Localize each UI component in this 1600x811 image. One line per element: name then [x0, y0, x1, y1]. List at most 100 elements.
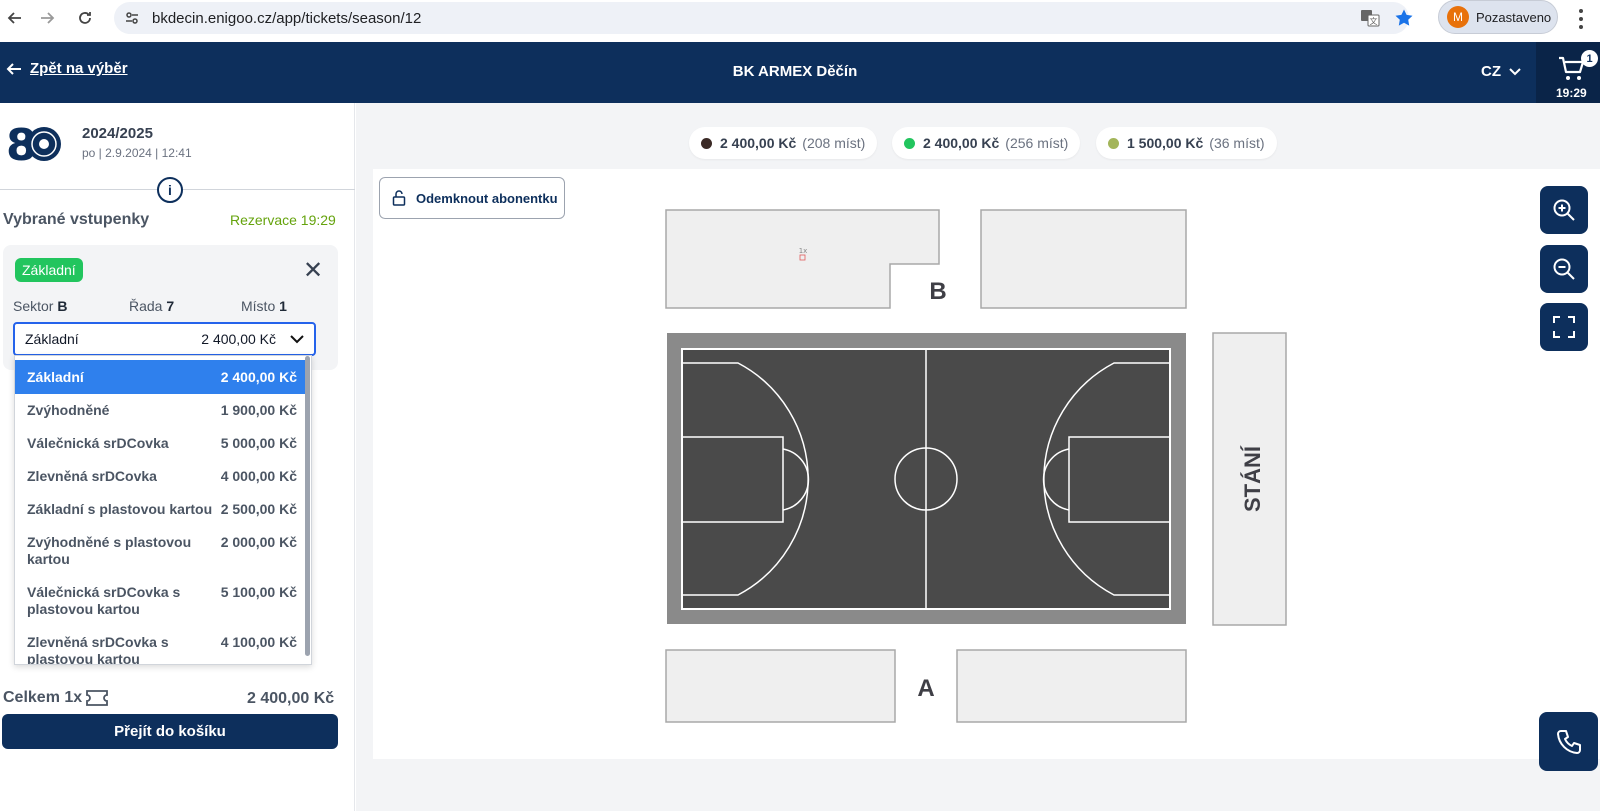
sector-a-left — [665, 649, 896, 723]
language-label: CZ — [1481, 63, 1501, 80]
browser-toolbar: bkdecin.enigoo.cz/app/tickets/season/12 … — [0, 0, 1600, 42]
option-price: 5 000,00 Kč — [220, 435, 297, 451]
call-button[interactable] — [1539, 712, 1598, 771]
stadium-map: Odemknout abonentku 1x B STÁNÍ A — [373, 169, 1600, 771]
go-to-cart-button[interactable]: Přejít do košíku — [2, 714, 338, 749]
dropdown-option[interactable]: Zlevněná srDCovka 4 000,00 Kč — [15, 468, 309, 485]
language-select[interactable]: CZ — [1481, 63, 1521, 80]
sector-a-right — [956, 649, 1187, 723]
close-icon[interactable]: ✕ — [303, 259, 323, 283]
ticket-card: Základní ✕ Sektor B Řada 7 Místo 1 Zákla… — [3, 245, 338, 370]
option-price: 4 000,00 Kč — [220, 468, 297, 484]
dropdown-option[interactable]: Zvýhodněné s plastovou kartou 2 000,00 Kč — [15, 534, 309, 568]
row-value: 7 — [166, 298, 175, 314]
sector-info: Sektor B — [13, 298, 67, 314]
arena-svg: 1x B STÁNÍ A — [665, 209, 1287, 723]
dropdown-scrollbar[interactable] — [305, 356, 310, 656]
address-bar[interactable]: bkdecin.enigoo.cz/app/tickets/season/12 — [114, 2, 1409, 34]
back-arrow-icon[interactable] — [0, 3, 30, 33]
legend-count: (208 míst) — [802, 135, 866, 151]
zoom-in-icon — [1553, 199, 1575, 221]
option-name: Základní s plastovou kartou — [27, 501, 213, 517]
ticket-type-select[interactable]: Základní 2 400,00 Kč — [13, 322, 316, 356]
legend-count: (256 míst) — [1005, 135, 1069, 151]
chevron-down-icon — [290, 334, 304, 343]
ticket-type-dropdown: Základní 2 400,00 Kč Zvýhodněné 1 900,00 K… — [14, 355, 312, 665]
zoom-out-button[interactable] — [1540, 245, 1588, 293]
total-price: 2 400,00 Kč — [247, 690, 335, 707]
ticket-type-badge: Základní — [15, 258, 83, 282]
option-name: Zvýhodněné s plastovou kartou — [27, 534, 192, 567]
total-count: Celkem 1x — [3, 689, 83, 706]
legend-dot — [701, 137, 712, 149]
standing-label: STÁNÍ — [1240, 445, 1265, 512]
translate-icon[interactable]: 文 — [1360, 8, 1380, 28]
zoom-in-button[interactable] — [1540, 186, 1588, 234]
seat-marker-label: 1x — [799, 247, 808, 255]
profile-status: Pozastaveno — [1476, 9, 1552, 25]
info-icon[interactable]: i — [157, 177, 183, 203]
cart-timer: 19:29 — [1556, 86, 1587, 100]
bookmark-star-icon[interactable] — [1394, 8, 1414, 28]
selected-type-name: Základní — [25, 331, 79, 347]
dropdown-option[interactable]: Válečnická srDCovka s plastovou kartou 5 … — [15, 584, 309, 618]
url-text: bkdecin.enigoo.cz/app/tickets/season/12 — [152, 9, 422, 27]
season-name: 2024/2025 — [82, 125, 153, 142]
svg-text:文: 文 — [1370, 16, 1378, 26]
price-legend-item[interactable]: 2 400,00 Kč (256 míst) — [892, 127, 1081, 159]
seat-map-area: 2 400,00 Kč (208 míst) 2 400,00 Kč (256 … — [356, 103, 1600, 811]
season-date: po | 2.9.2024 | 12:41 — [82, 146, 192, 160]
club-logo-icon: 8 — [6, 120, 61, 166]
option-name: Zlevněná srDCovka s plastovou kartou — [27, 634, 169, 665]
legend-dot — [1108, 137, 1119, 149]
price-legend-item[interactable]: 2 400,00 Kč (208 míst) — [689, 127, 878, 159]
dropdown-option[interactable]: Základní 2 400,00 Kč — [15, 360, 309, 394]
legend-price: 2 400,00 Kč — [720, 135, 797, 151]
total-label: Celkem 1x — [3, 689, 109, 707]
legend-count: (36 míst) — [1209, 135, 1265, 151]
chevron-down-icon — [1509, 67, 1521, 75]
option-price: 5 100,00 Kč — [220, 584, 297, 600]
selected-tickets-heading: Vybrané vstupenky — [3, 211, 150, 228]
profile-button[interactable]: M Pozastaveno — [1438, 0, 1558, 34]
dropdown-option[interactable]: Válečnická srDCovka 5 000,00 Kč — [15, 435, 309, 452]
sector-value: B — [57, 298, 68, 314]
seat-number-info: Místo 1 — [241, 298, 287, 314]
fullscreen-button[interactable] — [1540, 303, 1588, 351]
sector-label: Sektor — [13, 298, 54, 314]
page-title: BK ARMEX Děčín — [732, 63, 858, 80]
sector-b-left — [665, 209, 940, 309]
selected-type-price: 2 400,00 Kč — [201, 331, 276, 347]
dropdown-option[interactable]: Zvýhodněné 1 900,00 Kč — [15, 402, 309, 419]
option-price: 4 100,00 Kč — [220, 634, 297, 650]
seat-label: Místo — [241, 298, 276, 314]
fullscreen-icon — [1553, 316, 1575, 338]
price-legend-item[interactable]: 1 500,00 Kč (36 míst) — [1096, 127, 1277, 159]
forward-arrow-icon[interactable] — [32, 3, 62, 33]
dropdown-option[interactable]: Základní s plastovou kartou 2 500,00 Kč — [15, 501, 309, 518]
option-name: Základní — [27, 368, 84, 385]
ticket-icon — [86, 690, 109, 706]
legend-price: 2 400,00 Kč — [923, 135, 1000, 151]
reservation-timer: Rezervace 19:29 — [230, 212, 336, 228]
dropdown-option[interactable]: Zlevněná srDCovka s plastovou kartou 4 10… — [15, 634, 309, 665]
app-header: Zpět na výběr BK ARMEX Děčín CZ 1 19:29 — [0, 42, 1600, 103]
cart-count-badge: 1 — [1581, 50, 1598, 67]
avatar: M — [1447, 6, 1469, 28]
browser-menu-icon[interactable] — [1578, 9, 1584, 29]
option-name: Válečnická srDCovka — [27, 435, 169, 451]
option-price: 1 900,00 Kč — [220, 402, 297, 418]
legend-dot — [904, 137, 915, 149]
phone-icon — [1556, 729, 1581, 754]
option-price: 2 500,00 Kč — [220, 501, 297, 517]
option-price: 2 000,00 Kč — [220, 534, 297, 550]
reload-icon[interactable] — [70, 3, 100, 33]
row-label: Řada — [129, 298, 163, 314]
sector-b-label: B — [929, 278, 946, 305]
site-settings-icon[interactable] — [124, 10, 140, 26]
sector-b-right — [980, 209, 1187, 309]
option-price: 2 400,00 Kč — [220, 369, 297, 385]
row-info: Řada 7 — [129, 298, 174, 314]
sector-a-label: A — [917, 675, 934, 702]
legend-price: 1 500,00 Kč — [1127, 135, 1204, 151]
